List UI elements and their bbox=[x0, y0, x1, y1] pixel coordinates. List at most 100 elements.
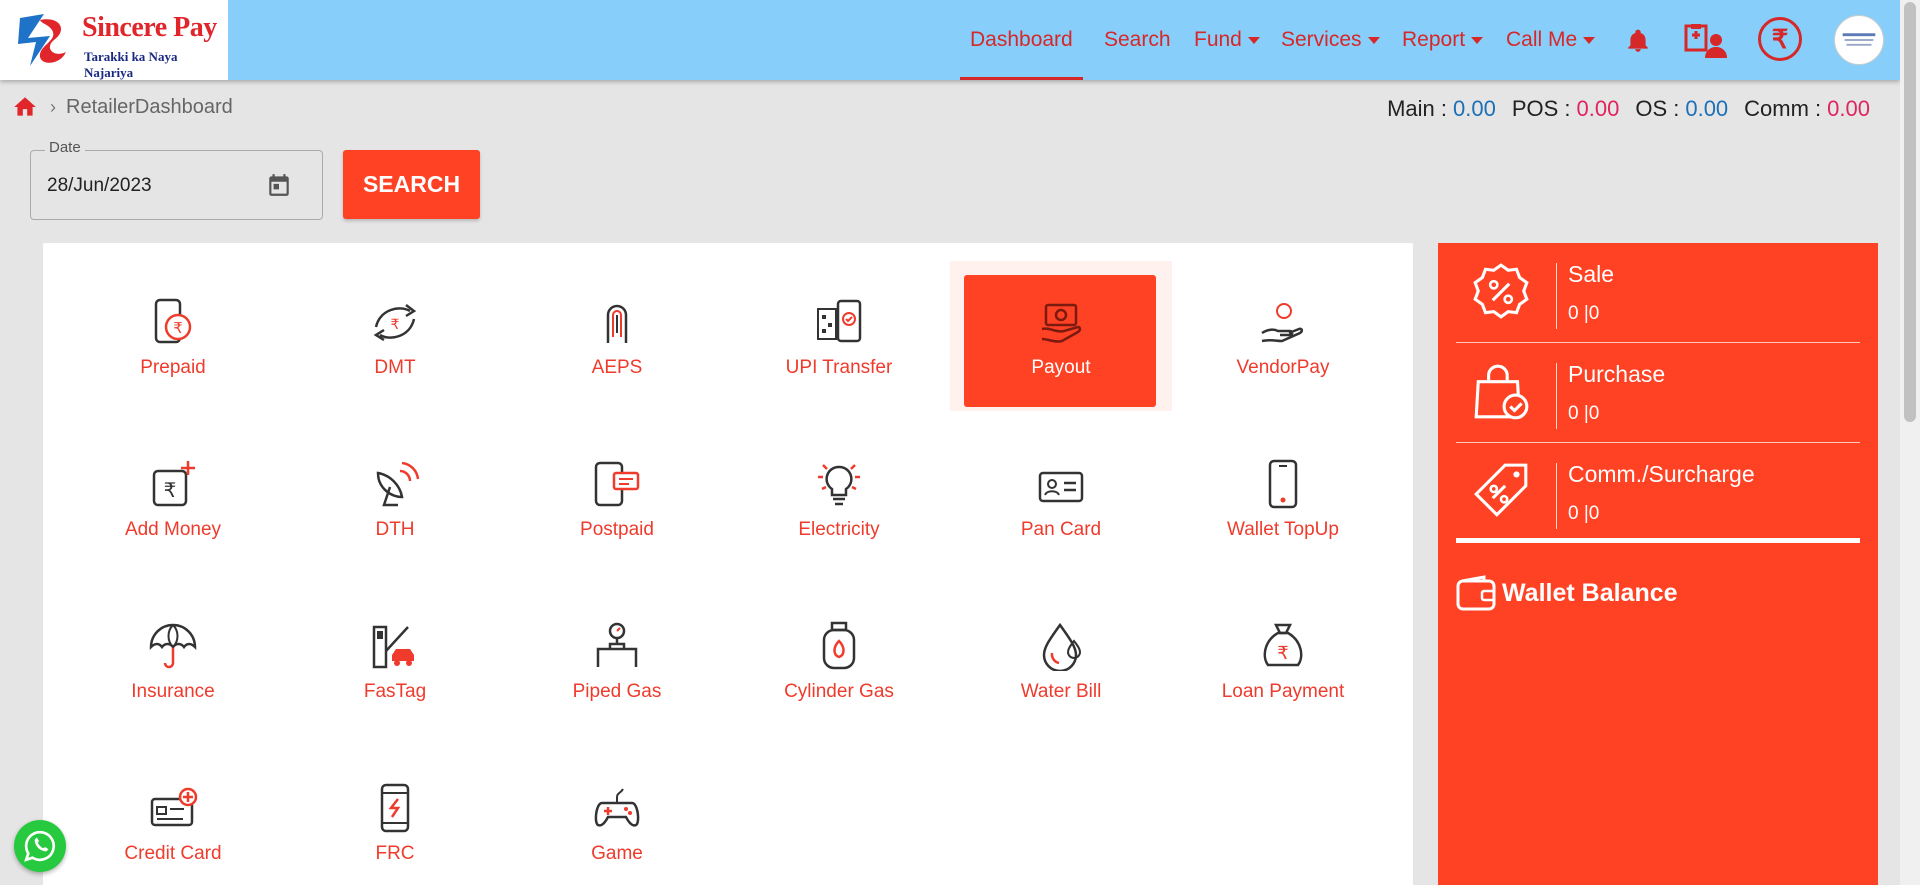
service-label: Payout bbox=[1031, 357, 1091, 378]
service-label: Electricity bbox=[798, 519, 880, 540]
service-insurance[interactable]: Insurance bbox=[62, 585, 284, 735]
logo-mark-icon bbox=[18, 14, 66, 66]
calendar-icon[interactable] bbox=[266, 171, 292, 199]
brand-logo[interactable]: Sincere Pay Tarakki ka Naya Najariya bbox=[0, 0, 228, 80]
nav-services-label: Services bbox=[1281, 28, 1362, 51]
light-bulb-icon bbox=[818, 464, 860, 506]
home-icon[interactable] bbox=[12, 94, 38, 120]
phone-recharge-icon bbox=[380, 783, 410, 833]
water-drop-icon bbox=[1042, 622, 1082, 671]
service-water-bill[interactable]: Water Bill bbox=[950, 585, 1172, 735]
nav-search[interactable]: Search bbox=[1104, 0, 1171, 80]
stat-title: Purchase bbox=[1568, 361, 1666, 387]
service-postpaid[interactable]: Postpaid bbox=[506, 423, 728, 573]
vendor-pay-icon bbox=[1261, 303, 1304, 343]
wallet-icon bbox=[1456, 575, 1496, 611]
id-card-icon bbox=[1038, 471, 1084, 503]
gas-pipe-icon bbox=[596, 622, 638, 667]
scrollbar-thumb[interactable] bbox=[1904, 2, 1916, 422]
service-label: FRC bbox=[375, 843, 415, 864]
service-fastag[interactable]: FasTag bbox=[284, 585, 506, 735]
service-label: Wallet TopUp bbox=[1227, 519, 1339, 540]
pos-balance-value: 0.00 bbox=[1576, 96, 1620, 121]
chevron-down-icon bbox=[1367, 36, 1380, 44]
whatsapp-icon bbox=[24, 830, 56, 862]
service-loan-payment[interactable]: ₹ Loan Payment bbox=[1172, 585, 1394, 735]
service-electricity[interactable]: Electricity bbox=[728, 423, 950, 573]
service-aeps[interactable]: AEPS bbox=[506, 261, 728, 411]
nav-search-label: Search bbox=[1104, 28, 1171, 51]
stat-value: 0 |0 bbox=[1568, 303, 1600, 324]
page-scrollbar[interactable] bbox=[1900, 0, 1920, 885]
satellite-dish-icon bbox=[376, 461, 420, 507]
nav-report[interactable]: Report bbox=[1402, 0, 1484, 80]
service-wallet-topup[interactable]: Wallet TopUp bbox=[1172, 423, 1394, 573]
service-vendorpay[interactable]: VendorPay bbox=[1172, 261, 1394, 411]
stat-divider bbox=[1556, 463, 1557, 529]
service-label: Prepaid bbox=[140, 357, 206, 378]
service-add-money[interactable]: ₹ Add Money bbox=[62, 423, 284, 573]
support-user-icon[interactable] bbox=[1684, 20, 1728, 60]
service-upi-transfer[interactable]: UPI Transfer bbox=[728, 261, 950, 411]
breadcrumb: › RetailerDashboard bbox=[12, 94, 233, 120]
service-label: Insurance bbox=[131, 681, 215, 702]
rupee-icon[interactable]: ₹ bbox=[1758, 17, 1802, 61]
service-frc[interactable]: FRC bbox=[284, 747, 506, 885]
service-label: VendorPay bbox=[1236, 357, 1330, 378]
mobile-phone-icon bbox=[1268, 459, 1298, 509]
svg-text:₹: ₹ bbox=[1277, 643, 1288, 664]
nav-fund-label: Fund bbox=[1194, 28, 1242, 51]
service-cylinder-gas[interactable]: Cylinder Gas bbox=[728, 585, 950, 735]
service-pan-card[interactable]: Pan Card bbox=[950, 423, 1172, 573]
credit-card-icon bbox=[150, 787, 198, 827]
price-tag-percent-icon bbox=[1474, 463, 1528, 517]
fingerprint-icon bbox=[606, 304, 628, 343]
service-label: AEPS bbox=[591, 357, 643, 378]
service-label: Loan Payment bbox=[1221, 681, 1345, 702]
chevron-down-icon bbox=[1247, 36, 1260, 44]
bell-icon[interactable] bbox=[1623, 26, 1653, 56]
service-credit-card[interactable]: Credit Card bbox=[62, 747, 284, 885]
nav-call-me[interactable]: Call Me bbox=[1506, 0, 1596, 80]
date-field[interactable]: Date bbox=[30, 139, 323, 220]
date-input[interactable] bbox=[47, 175, 247, 197]
shopping-bag-check-icon bbox=[1474, 364, 1529, 420]
date-field-label: Date bbox=[45, 139, 85, 156]
service-label: Cylinder Gas bbox=[784, 681, 894, 702]
whatsapp-button[interactable] bbox=[14, 820, 66, 872]
mobile-rupee-icon: ₹ bbox=[154, 298, 192, 344]
service-payout[interactable]: Payout bbox=[950, 261, 1172, 411]
service-label: Postpaid bbox=[580, 519, 654, 540]
service-label: Game bbox=[591, 843, 643, 864]
service-label: Pan Card bbox=[1020, 519, 1102, 540]
service-label: DTH bbox=[375, 519, 415, 540]
stat-purchase: Purchase 0 |0 bbox=[1456, 343, 1860, 443]
stat-comm-surcharge: Comm./Surcharge 0 |0 bbox=[1456, 443, 1860, 543]
stat-value: 0 |0 bbox=[1568, 503, 1600, 524]
umbrella-icon bbox=[149, 623, 197, 669]
pos-balance-label: POS : bbox=[1511, 96, 1571, 121]
stat-title: Sale bbox=[1568, 261, 1615, 287]
breadcrumb-separator: › bbox=[50, 96, 56, 117]
chevron-down-icon bbox=[1583, 36, 1596, 44]
service-label: FasTag bbox=[363, 681, 427, 702]
search-button[interactable]: SEARCH bbox=[343, 150, 480, 219]
top-navbar: Sincere Pay Tarakki ka Naya Najariya Das… bbox=[0, 0, 1900, 80]
avatar[interactable] bbox=[1834, 15, 1884, 65]
money-transfer-icon: ₹ bbox=[373, 304, 417, 342]
breadcrumb-page: RetailerDashboard bbox=[66, 95, 233, 118]
nav-report-label: Report bbox=[1402, 28, 1466, 51]
service-dmt[interactable]: ₹ DMT bbox=[284, 261, 506, 411]
money-bag-icon: ₹ bbox=[1263, 623, 1303, 667]
nav-fund[interactable]: Fund bbox=[1194, 0, 1260, 80]
service-game[interactable]: Game bbox=[506, 747, 728, 885]
comm-balance-label: Comm : bbox=[1744, 96, 1822, 121]
discount-badge-icon bbox=[1473, 263, 1529, 319]
service-prepaid[interactable]: ₹ Prepaid bbox=[62, 261, 284, 411]
service-dth[interactable]: DTH bbox=[284, 423, 506, 573]
service-piped-gas[interactable]: Piped Gas bbox=[506, 585, 728, 735]
nav-dashboard[interactable]: Dashboard bbox=[960, 0, 1083, 80]
balance-summary: Main : 0.00 POS : 0.00 OS : 0.00 Comm : … bbox=[1387, 96, 1870, 122]
nav-call-me-label: Call Me bbox=[1506, 28, 1578, 51]
nav-services[interactable]: Services bbox=[1281, 0, 1380, 80]
